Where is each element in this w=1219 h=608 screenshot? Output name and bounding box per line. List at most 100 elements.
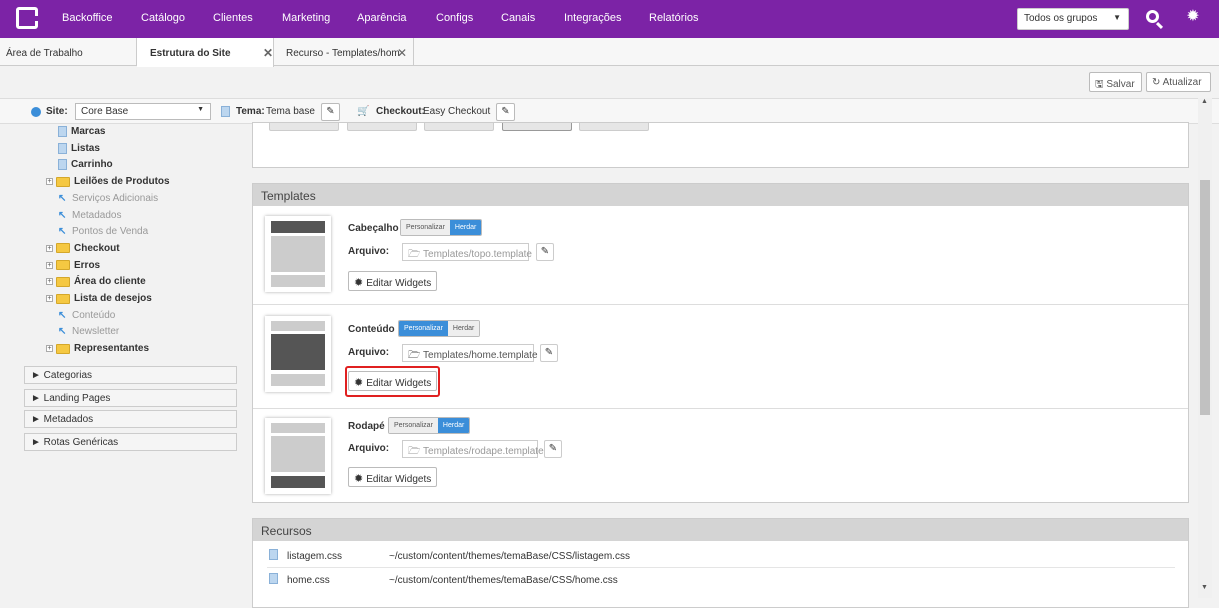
file-icon xyxy=(269,573,278,584)
resource-row[interactable]: listagem.css ~/custom/content/themes/tem… xyxy=(267,546,1175,568)
template-name: Rodapé xyxy=(348,421,385,432)
tree-item[interactable]: Carrinho xyxy=(58,157,113,172)
chevron-down-icon: ▼ xyxy=(197,106,204,113)
search-icon[interactable] xyxy=(1146,10,1159,23)
nav-configs[interactable]: Configs xyxy=(436,12,473,24)
nav-marketing[interactable]: Marketing xyxy=(282,12,330,24)
folder-icon: 🗁 xyxy=(408,350,421,361)
edit-file-button[interactable]: ✎ xyxy=(544,440,562,458)
folder-icon xyxy=(56,176,70,187)
tree-item[interactable]: Marcas xyxy=(58,124,105,139)
theme-label: Tema: xyxy=(236,106,265,117)
expand-icon[interactable]: + xyxy=(46,244,53,252)
arquivo-value: Templates/topo.template xyxy=(423,249,532,260)
partial-button[interactable] xyxy=(502,123,572,131)
expand-icon[interactable]: + xyxy=(46,278,53,286)
personalizar-option[interactable]: Personalizar xyxy=(401,220,450,235)
partial-button[interactable] xyxy=(579,123,649,131)
tree-item[interactable]: ↖ Newsletter xyxy=(58,324,119,339)
tab-label: Recurso - Templates/hom xyxy=(286,48,400,59)
edit-file-button[interactable]: ✎ xyxy=(536,243,554,261)
edit-widgets-button[interactable]: ✹ Editar Widgets xyxy=(348,467,438,487)
thumb-content xyxy=(271,436,325,472)
edit-theme-button[interactable]: ✎ xyxy=(321,103,340,121)
tree-item[interactable]: Listas xyxy=(58,141,100,156)
scroll-up-icon[interactable]: ▲ xyxy=(1201,98,1208,105)
tree-item-label: Serviços Adicionais xyxy=(72,192,159,204)
folder-icon: 🗁 xyxy=(408,446,421,457)
mode-toggle[interactable]: Personalizar Herdar xyxy=(398,320,481,337)
tree-item[interactable]: ↖ Metadados xyxy=(58,208,121,223)
tree-item[interactable]: + Erros xyxy=(46,258,101,273)
partial-button[interactable] xyxy=(347,123,417,131)
resource-row[interactable]: home.css ~/custom/content/themes/temaBas… xyxy=(267,570,1175,592)
tree-item[interactable]: + Área do cliente xyxy=(46,274,146,289)
accordion-landing-pages[interactable]: ► Landing Pages xyxy=(24,389,237,407)
arquivo-field[interactable]: 🗁 Templates/home.template xyxy=(402,344,538,362)
personalizar-option[interactable]: Personalizar xyxy=(389,418,438,433)
tree-item[interactable]: ↖ Conteúdo xyxy=(58,308,115,323)
main-scrollbar[interactable]: ▲ ▼ xyxy=(1198,98,1212,598)
tree-item[interactable]: ↖ Pontos de Venda xyxy=(58,224,148,239)
edit-file-button[interactable]: ✎ xyxy=(540,344,558,362)
gear-icon[interactable]: ✹ xyxy=(1185,9,1201,25)
nav-clientes[interactable]: Clientes xyxy=(213,12,253,24)
refresh-button[interactable]: ↻ Atualizar xyxy=(1146,72,1211,92)
tree-item[interactable]: + Representantes xyxy=(46,341,149,356)
edit-widgets-button[interactable]: ✹ Editar Widgets xyxy=(348,271,438,291)
group-select[interactable]: Todos os grupos ▼ xyxy=(1017,8,1129,30)
herdar-option[interactable]: Herdar xyxy=(449,220,482,235)
arquivo-field[interactable]: 🗁 Templates/rodape.template xyxy=(402,440,544,458)
resource-file[interactable]: listagem.css xyxy=(287,551,342,562)
arquivo-field[interactable]: 🗁 Templates/topo.template xyxy=(402,243,532,261)
mode-toggle[interactable]: Personalizar Herdar xyxy=(388,417,471,434)
scroll-down-icon[interactable]: ▼ xyxy=(1201,584,1208,591)
close-icon[interactable]: ✕ xyxy=(397,46,407,60)
personalizar-option[interactable]: Personalizar xyxy=(399,321,448,336)
resource-file[interactable]: home.css xyxy=(287,575,330,586)
nav-aparencia[interactable]: Aparência xyxy=(357,12,407,24)
partial-button[interactable] xyxy=(424,123,494,131)
tab-bar: Área de Trabalho Estrutura do Site ✕ Recu… xyxy=(0,38,1219,67)
tree-item[interactable]: + Leilões de Produtos xyxy=(46,174,170,189)
edit-checkout-button[interactable]: ✎ xyxy=(496,103,515,121)
herdar-option[interactable]: Herdar xyxy=(447,321,480,336)
scrollbar-thumb[interactable] xyxy=(1200,180,1210,415)
herdar-option[interactable]: Herdar xyxy=(437,418,470,433)
accordion-metadados[interactable]: ► Metadados xyxy=(24,410,237,428)
tree-item-label: Checkout xyxy=(74,242,120,254)
nav-canais[interactable]: Canais xyxy=(501,12,535,24)
mode-toggle[interactable]: Personalizar Herdar xyxy=(400,219,483,236)
site-select[interactable]: Core Base ▼ xyxy=(75,103,211,120)
tree-item[interactable]: + Checkout xyxy=(46,241,120,256)
template-name: Cabeçalho xyxy=(348,223,399,234)
partial-button[interactable] xyxy=(269,123,339,131)
nav-integracoes[interactable]: Integrações xyxy=(564,12,621,24)
accordion-categorias[interactable]: ► Categorias xyxy=(24,366,237,384)
close-icon[interactable]: ✕ xyxy=(263,46,273,60)
edit-widgets-label: Editar Widgets xyxy=(366,474,432,485)
nav-catalogo[interactable]: Catálogo xyxy=(141,12,185,24)
tab-area-de-trabalho[interactable]: Área de Trabalho xyxy=(0,38,137,66)
logo-icon[interactable] xyxy=(16,7,38,29)
accordion-rotas-genericas[interactable]: ► Rotas Genéricas xyxy=(24,433,237,451)
tree-item[interactable]: + Lista de desejos xyxy=(46,291,152,306)
template-thumbnail xyxy=(265,316,331,392)
save-button[interactable]: 🖫 Salvar xyxy=(1089,72,1142,92)
nav-backoffice[interactable]: Backoffice xyxy=(62,12,113,24)
edit-widgets-button[interactable]: ✹ Editar Widgets xyxy=(348,371,438,391)
tree-item-label: Erros xyxy=(74,259,101,271)
expand-icon[interactable]: + xyxy=(46,295,53,302)
expand-icon[interactable]: + xyxy=(46,178,53,186)
globe-icon xyxy=(31,107,41,117)
file-icon xyxy=(269,549,278,560)
expand-icon[interactable]: + xyxy=(46,345,53,353)
tab-estrutura-do-site[interactable]: Estrutura do Site ✕ xyxy=(137,38,274,67)
nav-relatorios[interactable]: Relatórios xyxy=(649,12,699,24)
tab-recurso-templates[interactable]: Recurso - Templates/hom ✕ xyxy=(274,38,414,66)
tree-item-label: Leilões de Produtos xyxy=(74,176,170,188)
tree-item[interactable]: ↖ Serviços Adicionais xyxy=(58,191,158,206)
expand-icon[interactable]: + xyxy=(46,261,53,269)
template-thumbnail xyxy=(265,418,331,494)
thumb-footer xyxy=(271,374,325,386)
